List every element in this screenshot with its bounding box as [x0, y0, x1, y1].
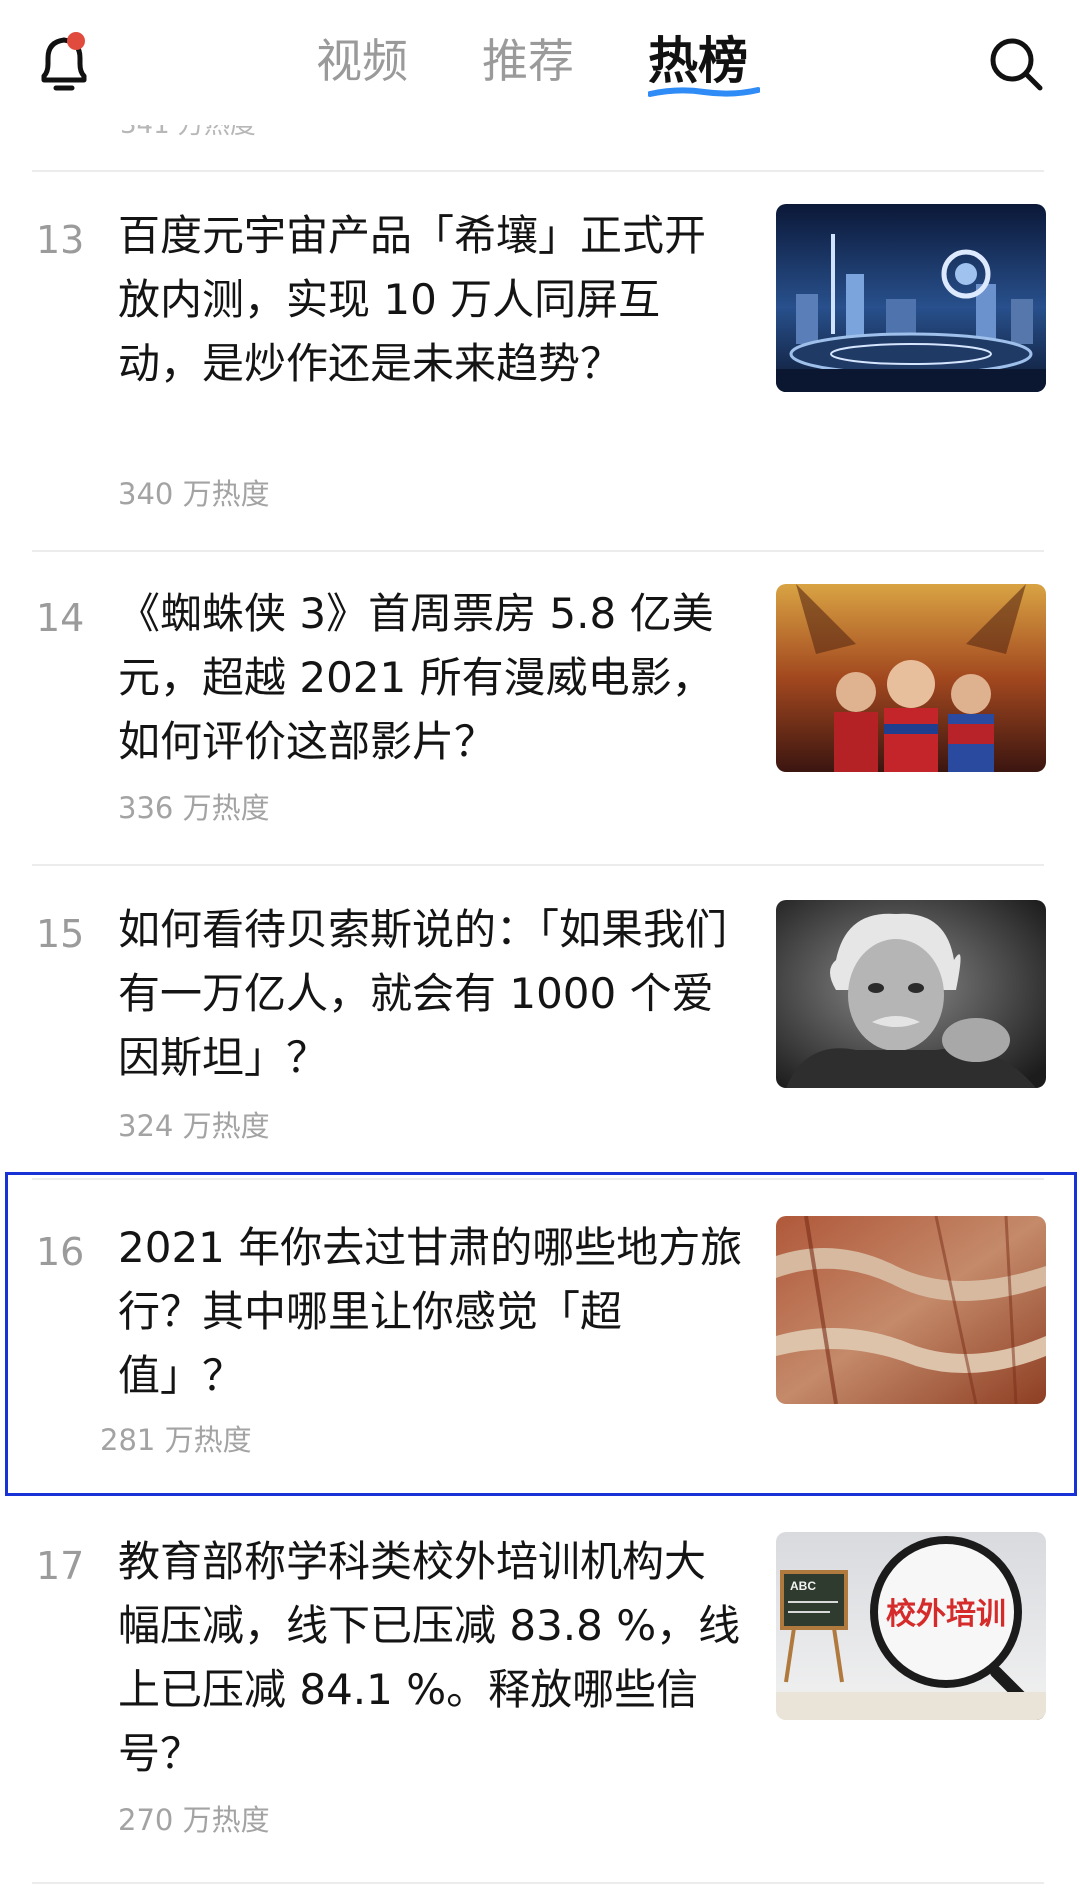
item-rank: 14 — [36, 596, 85, 640]
active-tab-underline — [648, 87, 760, 97]
spiderman-poster-image[interactable] — [776, 584, 1046, 772]
item-heat: 324 万热度 — [118, 1109, 270, 1143]
divider — [32, 550, 1044, 552]
einstein-photo-image[interactable] — [776, 900, 1046, 1088]
tab-hot-list[interactable]: 热榜 — [648, 30, 748, 92]
selected-item-highlight — [5, 1172, 1077, 1496]
board-text: ABC — [790, 1579, 816, 1593]
item-rank: 17 — [36, 1544, 85, 1588]
item-title[interactable]: 教育部称学科类校外培训机构大幅压减，线下已压减 83.8 %，线上已压减 84.… — [118, 1530, 744, 1786]
item-title[interactable]: 如何看待贝索斯说的：「如果我们有一万亿人，就会有 1000 个爱因斯坦」？ — [118, 898, 744, 1090]
tab-bar: 视频 推荐 热榜 — [0, 30, 1080, 100]
item-title[interactable]: 百度元宇宙产品「希壤」正式开放内测，实现 10 万人同屏互动，是炒作还是未来趋势… — [118, 204, 744, 396]
item-title[interactable]: 《蜘蛛侠 3》首周票房 5.8 亿美元，超越 2021 所有漫威电影，如何评价这… — [118, 582, 744, 774]
metaverse-city-image[interactable] — [776, 204, 1046, 392]
magnifier-text: 校外培训 — [886, 1597, 1006, 1632]
item-heat: 336 万热度 — [118, 791, 270, 825]
item-heat: 270 万热度 — [118, 1803, 270, 1837]
top-navigation-bar: 视频 推荐 热榜 — [0, 0, 1080, 125]
divider — [32, 1882, 1044, 1884]
tab-recommend[interactable]: 推荐 — [482, 30, 574, 92]
item-heat: 340 万热度 — [118, 477, 270, 511]
item-rank: 13 — [36, 218, 85, 262]
tutoring-image[interactable]: ABC 校外培训 — [776, 1532, 1046, 1720]
divider — [32, 170, 1044, 172]
search-icon[interactable] — [986, 34, 1046, 94]
divider — [32, 864, 1044, 866]
item-rank: 15 — [36, 912, 85, 956]
tab-video[interactable]: 视频 — [316, 30, 408, 92]
